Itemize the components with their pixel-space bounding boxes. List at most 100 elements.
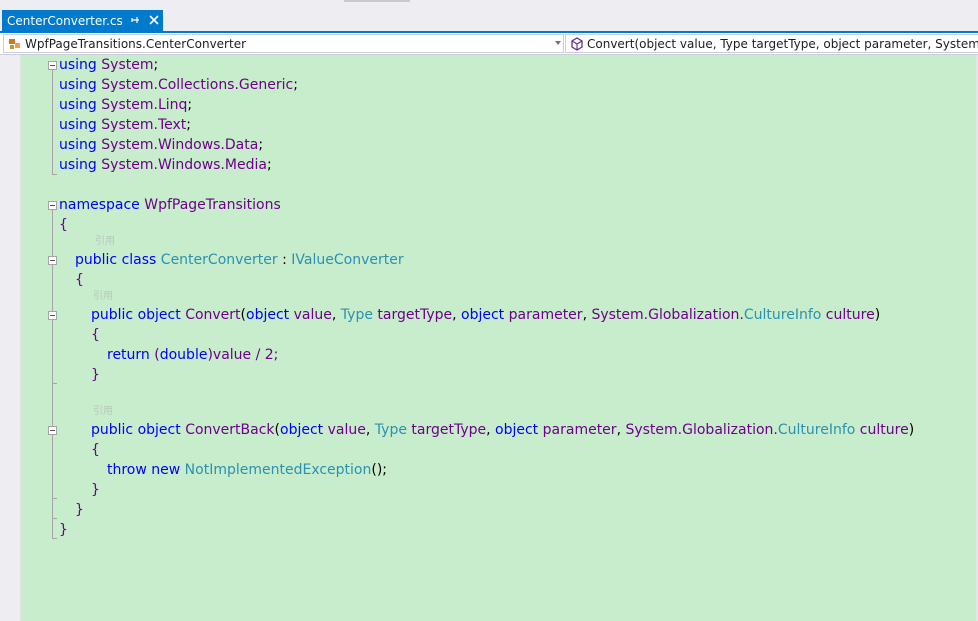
code-editor[interactable]: using System; using System.Collections.G… <box>0 55 978 621</box>
keyword-new: new <box>151 462 181 478</box>
drag-grip[interactable] <box>344 0 410 2</box>
tab-centerconverter[interactable]: CenterConverter.cs <box>2 10 163 32</box>
param-name: parameter <box>542 422 617 438</box>
code-line-2: using System.Collections.Generic; <box>59 77 298 93</box>
return-expression: value / 2; <box>212 347 279 363</box>
keyword-object: object <box>495 422 539 438</box>
outline-line-usings <box>52 70 53 174</box>
keyword-object: object <box>246 307 290 323</box>
method-icon <box>571 37 583 51</box>
namespace-open-brace: { <box>59 217 68 233</box>
type-name: Type <box>340 307 373 323</box>
outline-end-convertback <box>52 498 57 499</box>
convertback-open-brace: { <box>91 442 100 458</box>
method-name: ConvertBack <box>185 422 275 438</box>
pin-icon[interactable] <box>128 13 142 27</box>
keyword-using: using <box>59 97 97 113</box>
keyword-using: using <box>59 57 97 73</box>
namespace-ref: System.Text <box>101 117 187 133</box>
code-line-5: using System.Windows.Data; <box>59 137 264 153</box>
codelens-references[interactable]: 引用 <box>93 290 113 304</box>
namespace-ref: System.Windows.Media <box>101 157 267 173</box>
collapse-convertback-toggle[interactable] <box>48 426 57 435</box>
keyword-return: return <box>107 347 150 363</box>
namespace-ref: System.Linq <box>101 97 188 113</box>
code-line-convert-signature: public object Convert(object value, Type… <box>91 307 881 323</box>
document-tab-strip: CenterConverter.cs <box>0 0 978 33</box>
class-icon <box>9 39 20 49</box>
code-line-throw: throw new NotImplementedException(); <box>107 460 387 480</box>
collapse-usings-toggle[interactable] <box>48 61 57 70</box>
type-selector-dropdown[interactable]: WpfPageTransitions.CenterConverter <box>3 34 564 53</box>
tab-label: CenterConverter.cs <box>7 14 123 28</box>
member-selector-dropdown[interactable]: Convert(object value, Type targetType, o… <box>565 34 978 53</box>
convert-close-brace: } <box>91 367 100 383</box>
keyword-object: object <box>137 422 181 438</box>
code-line-3: using System.Linq; <box>59 97 193 113</box>
keyword-public: public <box>75 252 118 268</box>
keyword-public: public <box>91 307 134 323</box>
outline-end-namespace <box>52 538 57 539</box>
type-selector-value: WpfPageTransitions.CenterConverter <box>25 37 247 51</box>
param-name: culture <box>825 307 875 323</box>
collapse-namespace-toggle[interactable] <box>48 201 57 210</box>
keyword-object: object <box>280 422 324 438</box>
keyword-throw: throw <box>107 462 147 478</box>
namespace-ref: System.Globalization. <box>591 307 744 323</box>
code-line-4: using System.Text; <box>59 117 191 133</box>
method-name: Convert <box>185 307 241 323</box>
keyword-using: using <box>59 137 97 153</box>
selection-margin[interactable] <box>4 55 21 621</box>
type-name: Type <box>374 422 407 438</box>
namespace-name: WpfPageTransitions <box>144 197 281 213</box>
type-name: CultureInfo <box>743 307 822 323</box>
param-name: targetType <box>411 422 487 438</box>
outline-end-class <box>52 518 57 519</box>
collapse-class-toggle[interactable] <box>48 256 57 265</box>
collapse-convert-toggle[interactable] <box>48 311 57 320</box>
outline-end-convert <box>52 383 57 384</box>
class-name: CenterConverter <box>160 252 278 268</box>
member-selector-value: Convert(object value, Type targetType, o… <box>587 37 978 51</box>
code-line-class: public class CenterConverter : IValueCon… <box>75 250 404 270</box>
class-close-brace: } <box>75 502 84 518</box>
code-line-namespace: namespace WpfPageTransitions <box>59 195 281 215</box>
keyword-object: object <box>461 307 505 323</box>
convert-open-brace: { <box>91 327 100 343</box>
keyword-double: double <box>159 347 208 363</box>
code-line-6: using System.Windows.Media; <box>59 157 272 173</box>
navigation-bar: WpfPageTransitions.CenterConverter Conve… <box>0 33 978 55</box>
keyword-using: using <box>59 157 97 173</box>
colon: : <box>282 252 287 268</box>
keyword-class: class <box>121 252 157 268</box>
keyword-namespace: namespace <box>59 197 140 213</box>
keyword-object: object <box>137 307 181 323</box>
keyword-public: public <box>91 422 134 438</box>
convertback-close-brace: } <box>91 482 100 498</box>
namespace-close-brace: } <box>59 522 68 538</box>
type-name: NotImplementedException <box>184 462 372 478</box>
keyword-using: using <box>59 77 97 93</box>
outline-end-usings <box>52 174 57 175</box>
param-name: parameter <box>508 307 583 323</box>
code-line-1: using System; <box>59 57 159 73</box>
code-line-convertback-signature: public object ConvertBack(object value, … <box>91 422 915 438</box>
param-name: culture <box>859 422 909 438</box>
call-tail: (); <box>371 462 388 478</box>
namespace-ref: System.Collections.Generic <box>101 77 294 93</box>
namespace-ref: System.Windows.Data <box>101 137 259 153</box>
param-name: value <box>293 307 332 323</box>
chevron-down-icon[interactable] <box>555 41 561 45</box>
param-name: targetType <box>377 307 453 323</box>
codelens-references[interactable]: 引用 <box>95 235 115 249</box>
codelens-references[interactable]: 引用 <box>93 405 113 419</box>
close-icon[interactable] <box>147 13 161 27</box>
keyword-using: using <box>59 117 97 133</box>
namespace-ref: System <box>101 57 154 73</box>
class-open-brace: { <box>75 272 84 288</box>
interface-name: IValueConverter <box>291 252 404 268</box>
param-name: value <box>327 422 366 438</box>
code-line-return: return (double)value / 2; <box>107 347 279 363</box>
type-name: CultureInfo <box>777 422 856 438</box>
namespace-ref: System.Globalization. <box>625 422 778 438</box>
